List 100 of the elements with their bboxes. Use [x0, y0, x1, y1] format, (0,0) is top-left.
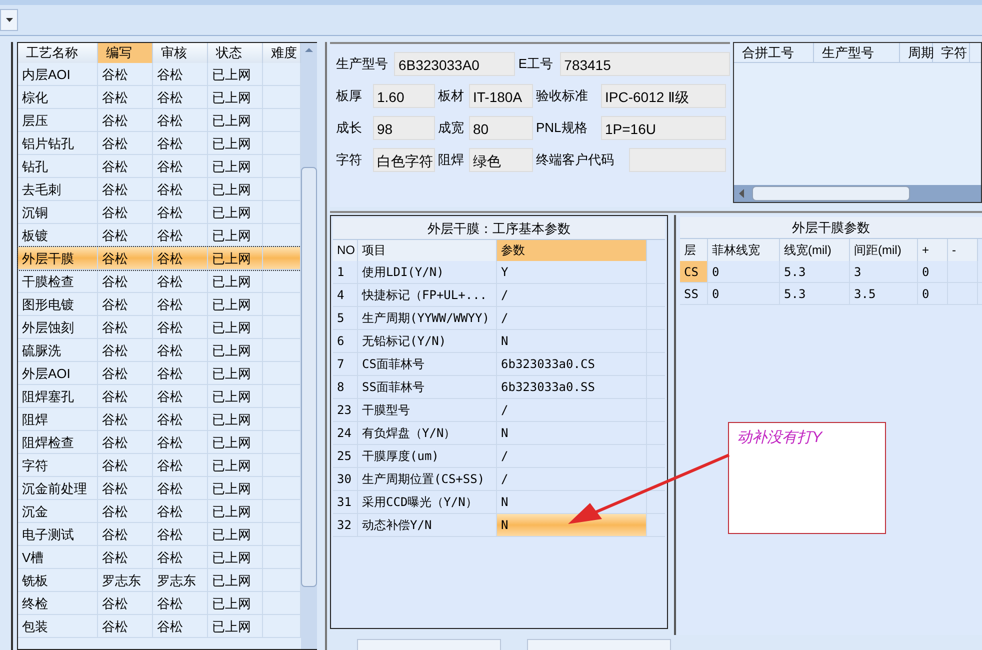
- panel-title: 外层干膜：工序基本参数: [333, 218, 665, 240]
- table-cell: 层压: [18, 109, 98, 131]
- table-cell[interactable]: N: [497, 422, 647, 444]
- horizontal-scrollbar[interactable]: [734, 185, 981, 202]
- table-cell: 已上网: [208, 592, 263, 614]
- table-cell: 已上网: [208, 132, 263, 154]
- field-label: 成宽: [438, 119, 465, 138]
- table-cell: 0: [708, 283, 780, 304]
- input-field[interactable]: 绿色: [469, 148, 533, 172]
- table-cell: 30: [333, 468, 358, 490]
- table-row[interactable]: V槽 谷松 谷松 已上网: [18, 546, 301, 569]
- table-row[interactable]: 干膜检查 谷松 谷松 已上网: [18, 270, 301, 293]
- table-cell[interactable]: 6b323033a0.CS: [497, 353, 647, 375]
- column-header[interactable]: 工艺名称: [18, 43, 98, 63]
- column-header[interactable]: 菲林线宽: [708, 239, 780, 261]
- column-header[interactable]: 周期: [900, 43, 933, 62]
- table-cell: 外层干膜: [18, 247, 98, 269]
- table-cell[interactable]: /: [497, 284, 647, 306]
- column-header[interactable]: NO: [333, 240, 358, 261]
- table-cell: 已上网: [208, 63, 263, 85]
- column-header[interactable]: 项目: [358, 240, 497, 261]
- table-cell: 5.3: [780, 261, 850, 282]
- table-cell: 已上网: [208, 247, 263, 269]
- column-header[interactable]: 线宽(mil): [780, 239, 850, 261]
- table-row[interactable]: 图形电镀 谷松 谷松 已上网: [18, 293, 301, 316]
- input-field[interactable]: [629, 148, 726, 172]
- column-header[interactable]: 编写: [98, 43, 153, 63]
- scrollbar[interactable]: [301, 43, 317, 649]
- field-label: 验收标准: [536, 87, 589, 106]
- table-cell: 沉金前处理: [18, 477, 98, 499]
- table-cell[interactable]: CS: [680, 261, 708, 282]
- input-field[interactable]: 1.60: [373, 84, 435, 108]
- table-row[interactable]: 阻焊检查 谷松 谷松 已上网: [18, 431, 301, 454]
- input-field[interactable]: 1P=16U: [601, 116, 726, 140]
- table-row[interactable]: 铝片钻孔 谷松 谷松 已上网: [18, 132, 301, 155]
- column-header[interactable]: 审核: [153, 43, 208, 63]
- table-row[interactable]: 字符 谷松 谷松 已上网: [18, 454, 301, 477]
- table-cell: 干膜型号: [358, 399, 497, 421]
- table-cell: 已上网: [208, 270, 263, 292]
- scroll-thumb[interactable]: [301, 167, 317, 587]
- input-field[interactable]: 80: [469, 116, 533, 140]
- table-row[interactable]: 电子测试 谷松 谷松 已上网: [18, 523, 301, 546]
- column-header[interactable]: 合拼工号: [734, 43, 814, 62]
- table-cell[interactable]: /: [497, 445, 647, 467]
- table-cell: 谷松: [98, 132, 153, 154]
- table-cell: 谷松: [98, 109, 153, 131]
- table-cell[interactable]: /: [497, 468, 647, 490]
- input-field[interactable]: 白色字符: [373, 148, 435, 172]
- column-header[interactable]: 难度: [263, 43, 301, 63]
- column-header[interactable]: 字符: [933, 43, 970, 62]
- input-field[interactable]: 6B323033A0: [394, 52, 516, 76]
- column-header[interactable]: 生产型号: [814, 43, 900, 62]
- table-cell: 谷松: [98, 339, 153, 361]
- table-row[interactable]: 沉金 谷松 谷松 已上网: [18, 500, 301, 523]
- table-cell[interactable]: /: [497, 399, 647, 421]
- column-header[interactable]: 参数: [497, 240, 647, 261]
- input-field[interactable]: IT-180A: [469, 84, 533, 108]
- table-cell: 谷松: [98, 316, 153, 338]
- dropdown-button[interactable]: [0, 9, 18, 31]
- column-header[interactable]: +: [918, 239, 948, 261]
- table-cell: 已上网: [208, 431, 263, 453]
- column-header[interactable]: 间距(mil): [850, 239, 918, 261]
- input-field[interactable]: IPC-6012 Ⅱ级: [601, 84, 726, 108]
- table-row[interactable]: 棕化 谷松 谷松 已上网: [18, 86, 301, 109]
- table-cell: 已上网: [208, 155, 263, 177]
- table-row[interactable]: 钻孔 谷松 谷松 已上网: [18, 155, 301, 178]
- table-row[interactable]: 阻焊塞孔 谷松 谷松 已上网: [18, 385, 301, 408]
- table-row[interactable]: 铣板 罗志东 罗志东 已上网: [18, 569, 301, 592]
- scroll-thumb[interactable]: [752, 186, 910, 201]
- table-cell[interactable]: N: [497, 330, 647, 352]
- table-cell[interactable]: N: [497, 514, 647, 536]
- table-row[interactable]: 包装 谷松 谷松 已上网: [18, 615, 301, 638]
- table-row[interactable]: 外层AOI 谷松 谷松 已上网: [18, 362, 301, 385]
- table-cell: 有负焊盘（Y/N）: [358, 422, 497, 444]
- input-field[interactable]: 783415: [560, 52, 730, 76]
- table-cell: 谷松: [153, 201, 208, 223]
- column-header[interactable]: 状态: [208, 43, 263, 63]
- table-row[interactable]: 外层干膜 谷松 谷松 已上网: [18, 247, 301, 270]
- table-cell[interactable]: Y: [497, 261, 647, 283]
- table-row[interactable]: 内层AOI 谷松 谷松 已上网: [18, 63, 301, 86]
- table-row[interactable]: 沉铜 谷松 谷松 已上网: [18, 201, 301, 224]
- table-cell: 谷松: [98, 155, 153, 177]
- table-row[interactable]: 沉金前处理 谷松 谷松 已上网: [18, 477, 301, 500]
- table-cell[interactable]: /: [497, 307, 647, 329]
- table-row[interactable]: 硫脲洗 谷松 谷松 已上网: [18, 339, 301, 362]
- table-cell: 采用CCD曝光（Y/N）: [358, 491, 497, 513]
- table-row[interactable]: 去毛刺 谷松 谷松 已上网: [18, 178, 301, 201]
- table-row[interactable]: 阻焊 谷松 谷松 已上网: [18, 408, 301, 431]
- table-cell: 谷松: [153, 86, 208, 108]
- table-cell: 谷松: [98, 454, 153, 476]
- column-header[interactable]: -: [948, 239, 978, 261]
- table-cell: 图形电镀: [18, 293, 98, 315]
- table-row[interactable]: 外层蚀刻 谷松 谷松 已上网: [18, 316, 301, 339]
- input-field[interactable]: 98: [373, 116, 435, 140]
- table-cell: 5.3: [780, 283, 850, 304]
- table-cell[interactable]: 6b323033a0.SS: [497, 376, 647, 398]
- table-row[interactable]: 层压 谷松 谷松 已上网: [18, 109, 301, 132]
- column-header[interactable]: 层: [680, 239, 708, 261]
- table-cell[interactable]: SS: [680, 283, 708, 304]
- table-row[interactable]: 终检 谷松 谷松 已上网: [18, 592, 301, 615]
